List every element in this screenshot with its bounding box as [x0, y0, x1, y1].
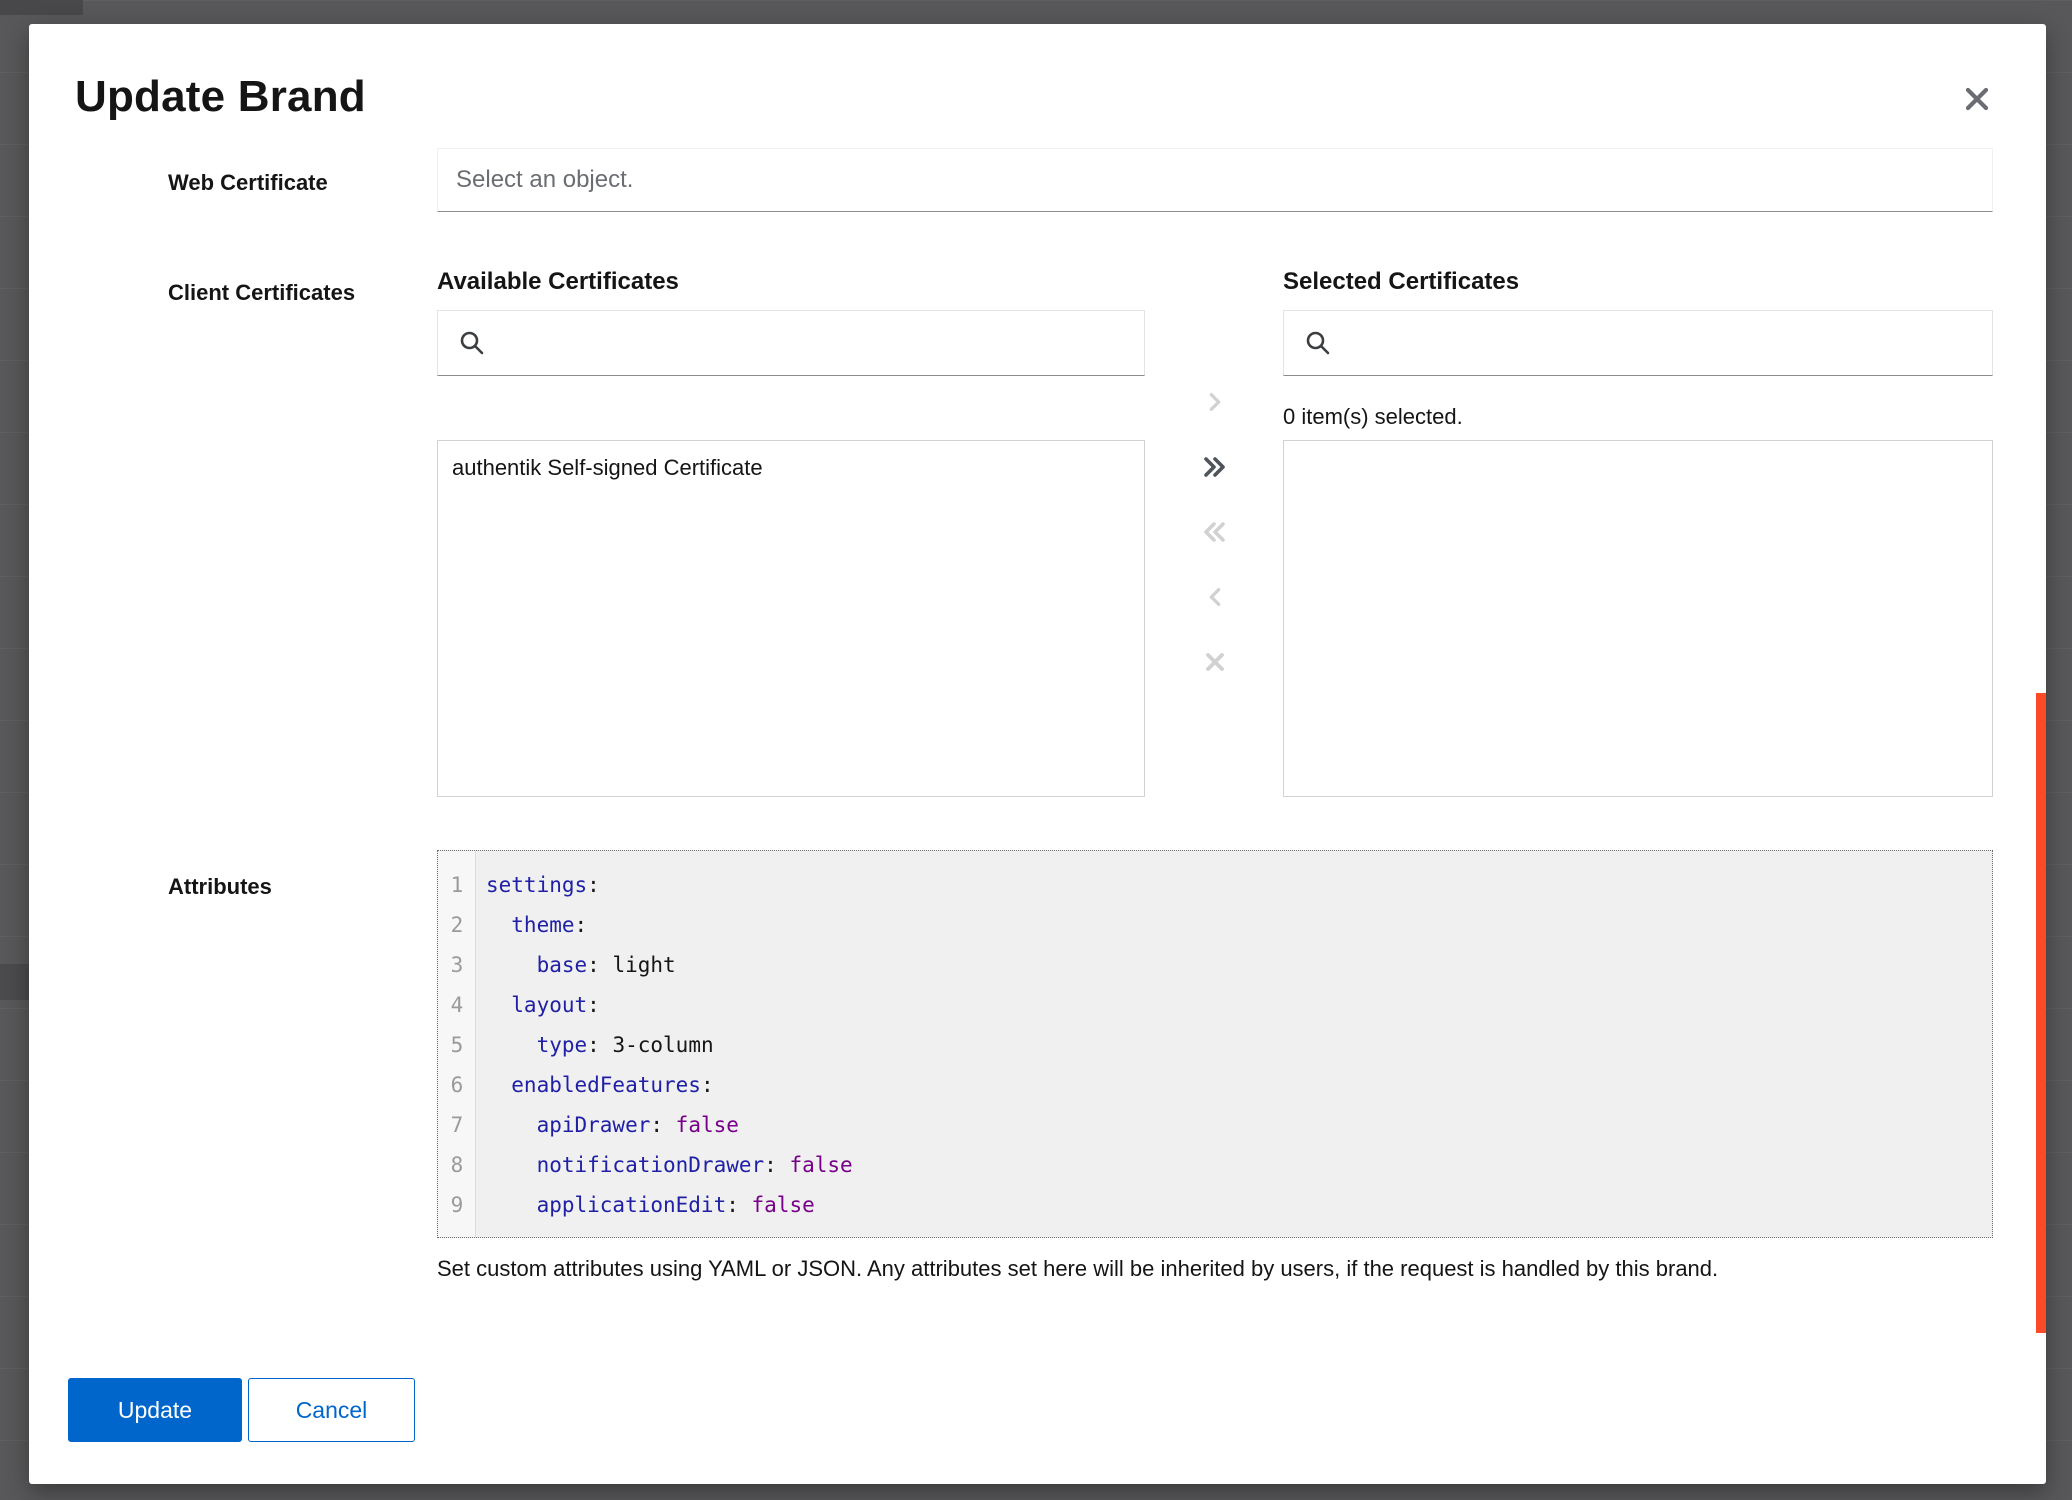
- update-button[interactable]: Update: [68, 1378, 242, 1442]
- chevron-right-icon: [1204, 391, 1226, 413]
- available-certificates-header: Available Certificates: [437, 268, 679, 296]
- code-line: 9 applicationEdit: false: [438, 1185, 1992, 1225]
- background-nav-fragment: [0, 964, 29, 1000]
- client-certificates-label: Client Certificates: [168, 280, 355, 306]
- line-number: 3: [438, 945, 476, 985]
- close-icon: [1962, 84, 1992, 114]
- code-line: 6 enabledFeatures:: [438, 1065, 1992, 1105]
- available-search-input[interactable]: [486, 311, 1144, 375]
- line-number: 6: [438, 1065, 476, 1105]
- line-number: 9: [438, 1185, 476, 1225]
- double-chevron-left-icon: [1201, 520, 1229, 544]
- code-line: 7 apiDrawer: false: [438, 1105, 1992, 1145]
- line-number: 8: [438, 1145, 476, 1185]
- selected-certificates-header: Selected Certificates: [1283, 268, 1519, 296]
- search-icon: [458, 329, 486, 357]
- cancel-button[interactable]: Cancel: [248, 1378, 415, 1442]
- attributes-help-text: Set custom attributes using YAML or JSON…: [437, 1254, 1997, 1284]
- background-page-fragment: [0, 0, 83, 15]
- search-icon: [1304, 329, 1332, 357]
- clear-selection-button[interactable]: [1189, 636, 1241, 688]
- chevron-left-icon: [1204, 586, 1226, 608]
- selected-search-input[interactable]: [1332, 311, 1992, 375]
- code-line: 5 type: 3-column: [438, 1025, 1992, 1065]
- line-number: 1: [438, 865, 476, 905]
- move-all-right-button[interactable]: [1189, 441, 1241, 493]
- move-selected-right-button[interactable]: [1189, 376, 1241, 428]
- code-line: 3 base: light: [438, 945, 1992, 985]
- attributes-label: Attributes: [168, 874, 272, 900]
- code-line: 1settings:: [438, 865, 1992, 905]
- selected-search-box: [1283, 310, 1993, 376]
- modal-title: Update Brand: [75, 72, 366, 122]
- screen: Update Brand Web Certificate Client Cert…: [0, 0, 2072, 1500]
- available-search-box: [437, 310, 1145, 376]
- close-button[interactable]: [1959, 81, 1995, 117]
- selected-certificates-list[interactable]: [1283, 440, 1993, 797]
- double-chevron-right-icon: [1201, 455, 1229, 479]
- line-number: 2: [438, 905, 476, 945]
- certificate-list-item[interactable]: authentik Self-signed Certificate: [438, 441, 1144, 495]
- line-number: 4: [438, 985, 476, 1025]
- code-line: 8 notificationDrawer: false: [438, 1145, 1992, 1185]
- attributes-code-editor[interactable]: 1settings:2 theme:3 base: light4 layout:…: [437, 850, 1993, 1238]
- move-all-left-button[interactable]: [1189, 506, 1241, 558]
- x-icon: [1203, 650, 1227, 674]
- update-brand-modal: Update Brand Web Certificate Client Cert…: [29, 24, 2046, 1484]
- web-certificate-input[interactable]: [437, 148, 1993, 212]
- web-certificate-label: Web Certificate: [168, 170, 328, 196]
- line-number: 5: [438, 1025, 476, 1065]
- line-number: 7: [438, 1105, 476, 1145]
- move-selected-left-button[interactable]: [1189, 571, 1241, 623]
- editor-lines: 1settings:2 theme:3 base: light4 layout:…: [438, 851, 1992, 1225]
- code-line: 2 theme:: [438, 905, 1992, 945]
- available-certificates-list[interactable]: authentik Self-signed Certificate: [437, 440, 1145, 797]
- code-line: 4 layout:: [438, 985, 1992, 1025]
- scrollbar-thumb[interactable]: [2036, 693, 2046, 1333]
- transfer-controls: [1189, 376, 1241, 701]
- selected-count-status: 0 item(s) selected.: [1283, 404, 1463, 430]
